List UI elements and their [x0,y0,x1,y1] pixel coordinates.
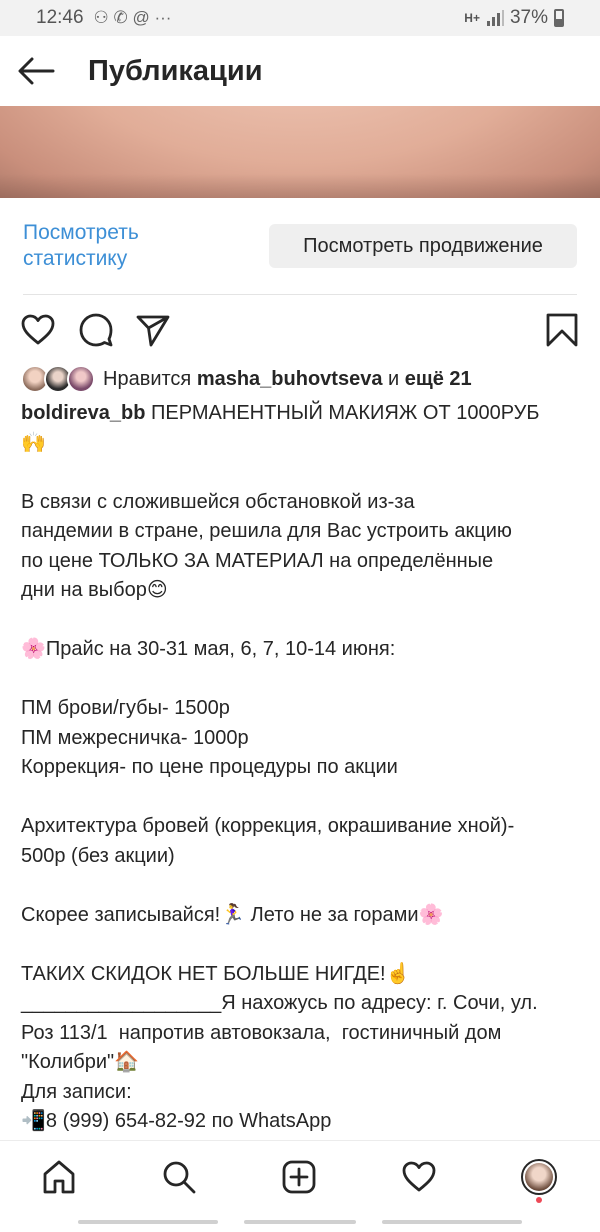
post-image[interactable] [0,106,600,198]
post-caption: boldireva_bb ПЕРМАНЕНТНЫЙ МАКИЯЖ ОТ 1000… [21,399,581,1137]
divider [23,294,577,295]
add-post-icon [282,1160,316,1194]
heart-icon[interactable] [20,312,56,348]
nav-new-post[interactable] [279,1157,319,1197]
likes-row[interactable]: Нравится masha_buhovtseva и ещё 21 [21,364,472,394]
avatar [67,365,95,393]
caption-username[interactable]: boldireva_bb [21,402,145,424]
app-header: Публикации [0,36,600,106]
bottom-nav [0,1140,600,1212]
back-button[interactable] [16,51,56,91]
nav-search[interactable] [159,1157,199,1197]
activity-heart-icon [402,1161,436,1192]
gesture-segment [382,1220,522,1224]
likes-prefix: Нравится [103,367,197,390]
gesture-segment [78,1220,218,1224]
battery-percent: 37% [509,7,548,28]
view-promotion-button[interactable]: Посмотреть продвижение [269,224,577,268]
bookmark-icon[interactable] [544,312,580,348]
gesture-segment [244,1220,356,1224]
battery-icon [554,9,564,27]
status-bar: 12:46 ⚇ ✆ @ ··· H+ 37% [0,0,600,36]
share-icon[interactable] [135,312,171,348]
insights-row: Посмотреть статистику Посмотреть продвиж… [0,198,600,294]
home-icon [43,1160,75,1194]
network-indicator: H+ [464,11,480,25]
liker-avatars [21,365,95,393]
search-icon [163,1161,196,1194]
likes-text: Нравится masha_buhovtseva и ещё 21 [103,368,472,391]
notification-dot [536,1197,542,1203]
nav-home[interactable] [39,1157,79,1197]
status-time: 12:46 [36,7,84,28]
notification-icons: ⚇ ✆ @ ··· [93,8,172,27]
status-right: H+ 37% [464,7,564,29]
likes-middle: и [382,367,405,390]
arrow-left-icon [18,57,55,85]
status-left: 12:46 ⚇ ✆ @ ··· [36,7,171,29]
comment-icon[interactable] [78,312,114,348]
nav-activity[interactable] [399,1157,439,1197]
post-actions [0,306,600,354]
signal-icon [486,10,504,26]
page-title: Публикации [88,54,263,87]
caption-text: ПЕРМАНЕНТНЫЙ МАКИЯЖ ОТ 1000РУБ 🙌 В связи… [21,402,540,1132]
view-insights-link[interactable]: Посмотреть статистику [23,220,183,272]
likes-others[interactable]: ещё 21 [405,368,472,390]
profile-avatar [521,1159,557,1195]
nav-profile[interactable] [519,1157,559,1203]
gesture-bar [0,1212,600,1232]
liker-username[interactable]: masha_buhovtseva [197,368,383,390]
